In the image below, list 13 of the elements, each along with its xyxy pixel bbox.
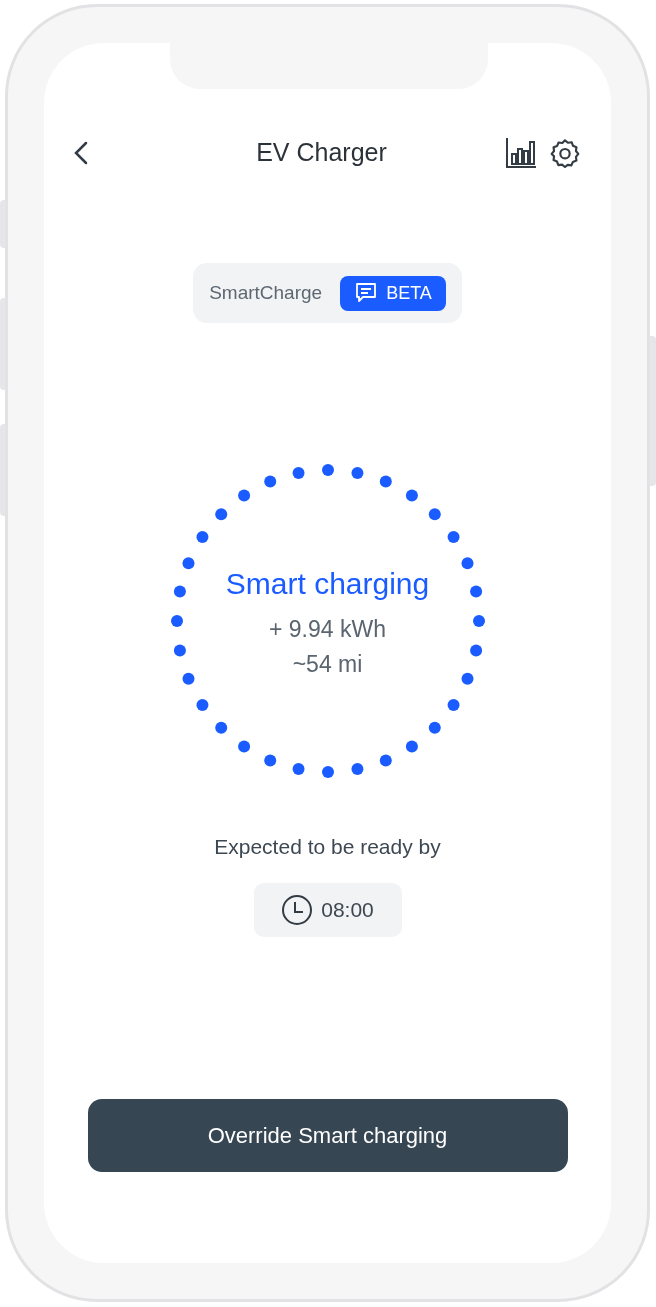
ready-label: Expected to be ready by [214,834,441,860]
chat-icon [354,281,379,305]
beta-badge[interactable]: BETA [340,275,446,311]
bar-chart-icon[interactable] [505,137,537,169]
status-title: Smart charging [225,566,430,602]
clock-icon [281,893,314,926]
settings-icon[interactable] [549,137,581,169]
screen-title: EV Charger [256,137,387,169]
override-button[interactable]: Override Smart charging [87,1099,568,1172]
ready-time: 08:00 [321,896,374,923]
range-added: ~54 mi [292,649,363,679]
energy-added: + 9.94 kWh [269,615,386,644]
mode-label: SmartCharge [209,280,323,305]
